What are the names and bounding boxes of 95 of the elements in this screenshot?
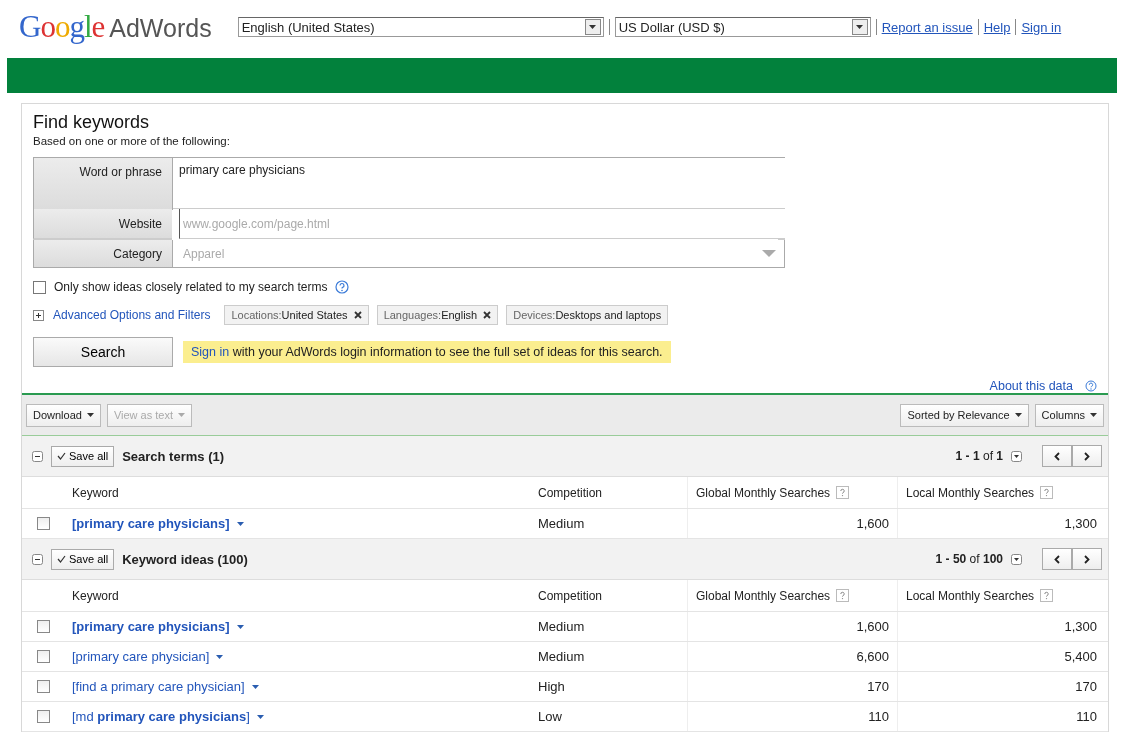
table-cell: 170 (867, 679, 889, 694)
menu-button[interactable]: Columns (1034, 403, 1104, 427)
row-checkbox[interactable] (36, 517, 50, 530)
table-cell: Low (538, 709, 562, 724)
column-header: Global Monthly Searches (696, 588, 831, 603)
previous-page-button[interactable] (1042, 445, 1072, 467)
table-cell: Medium (538, 649, 585, 664)
help-icon (1040, 589, 1054, 602)
subtitle: Based on one or more of the following: (33, 135, 231, 147)
save-all-button[interactable]: Save all (51, 445, 115, 467)
caret-icon (1014, 413, 1022, 417)
next-page-button[interactable] (1072, 445, 1102, 467)
help-icon (335, 280, 350, 294)
dropdown-arrow-icon (589, 25, 597, 29)
previous-page-button[interactable] (1042, 548, 1072, 570)
table-cell: High (538, 679, 565, 694)
header-link[interactable]: Help (983, 19, 1011, 35)
page-range: 1 - 1 of 1 (955, 449, 1003, 463)
column-header: Global Monthly Searches (696, 485, 831, 500)
row-checkbox[interactable] (36, 710, 50, 723)
section-title: Search terms (1) (122, 448, 225, 464)
dropdown[interactable]: English (United States) (237, 17, 604, 37)
dropdown-icon (1011, 553, 1022, 565)
dropdown-icon (1011, 450, 1022, 462)
checkbox-label: Only show ideas closely related to my search terms (54, 280, 328, 294)
notice-text: with your AdWords login information to see the full set of ideas for this search. (231, 345, 663, 359)
table-cell: 110 (868, 709, 889, 724)
dropdown[interactable]: US Dollar (USD $) (614, 17, 871, 37)
keyword-link[interactable]: [find a primary care physician] (72, 679, 245, 694)
menu-button[interactable]: Sorted by Relevance (900, 403, 1029, 427)
filter-chip: Languages:English (376, 305, 499, 325)
dropdown-arrow-icon (762, 250, 776, 257)
save-all-button[interactable]: Save all (51, 548, 115, 570)
header-link[interactable]: Report an issue (881, 19, 973, 35)
header-link[interactable]: Sign in (1021, 19, 1062, 35)
table-cell: 1,300 (1064, 619, 1097, 634)
column-header: Keyword (72, 588, 119, 603)
dropdown-arrow-icon (856, 25, 864, 29)
column-header: Competition (538, 485, 603, 500)
search-button[interactable]: Search (33, 337, 173, 367)
page-range: 1 - 50 of 100 (935, 552, 1003, 566)
caret-icon (236, 624, 244, 629)
field-label: Website (118, 216, 162, 231)
row-checkbox[interactable] (36, 650, 50, 663)
column-header: Competition (538, 588, 603, 603)
help-icon (836, 486, 850, 499)
help-icon (836, 589, 850, 602)
about-data-link[interactable]: About this data (989, 379, 1073, 393)
row-checkbox[interactable] (36, 680, 50, 693)
caret-icon (1090, 413, 1097, 417)
column-header: Local Monthly Searches (906, 588, 1035, 603)
keyword-link[interactable]: [primary care physicians] (72, 516, 230, 531)
logo: Google AdWords (19, 9, 212, 45)
field-label: Word or phrase (79, 165, 162, 181)
phrase-field[interactable]: primary care physicians (173, 157, 785, 209)
keyword-link[interactable]: [primary care physicians] (72, 619, 230, 634)
section-title: Keyword ideas (100) (122, 551, 248, 567)
table-cell: 6,600 (856, 649, 889, 664)
next-page-button[interactable] (1072, 548, 1102, 570)
chevron-right-icon (1084, 554, 1090, 564)
website-field[interactable]: www.google.com/page.html (179, 209, 785, 239)
sign-in-link[interactable]: Sign in (191, 345, 230, 359)
table-cell: 110 (1076, 709, 1097, 724)
table-cell: 170 (1075, 679, 1097, 694)
chevron-left-icon (1054, 451, 1060, 461)
table-cell: Medium (538, 619, 585, 634)
caret-icon (251, 684, 259, 689)
checkbox[interactable] (33, 280, 46, 294)
table-cell: 1,300 (1064, 516, 1097, 531)
keyword-link[interactable]: [md primary care physicians] (72, 709, 250, 724)
caret-icon (86, 413, 94, 417)
keyword-link[interactable]: [primary care physician] (72, 649, 210, 664)
table-cell: 1,600 (856, 619, 889, 634)
chevron-right-icon (1084, 451, 1090, 461)
field-label: Category (113, 246, 162, 261)
advanced-options-link[interactable]: Advanced Options and Filters (53, 308, 211, 322)
help-icon (1040, 486, 1054, 499)
caret-icon (236, 521, 244, 526)
help-icon (1085, 380, 1097, 392)
menu-button[interactable]: Download (26, 403, 101, 427)
section-title: Find keywords (33, 112, 151, 133)
row-checkbox[interactable] (36, 620, 50, 633)
column-header: Keyword (72, 485, 119, 500)
filter-chip: Locations:United States (224, 305, 369, 325)
table-cell: Medium (538, 516, 585, 531)
filter-chip: Devices:Desktops and laptops (506, 305, 669, 325)
caret-icon (256, 714, 264, 719)
caret-icon (178, 413, 186, 417)
table-cell: 1,600 (856, 516, 889, 531)
checkmark-icon (57, 555, 66, 563)
checkmark-icon (57, 452, 66, 460)
column-header: Local Monthly Searches (906, 485, 1035, 500)
caret-icon (216, 654, 224, 659)
table-cell: 5,400 (1064, 649, 1097, 664)
chevron-left-icon (1054, 554, 1060, 564)
